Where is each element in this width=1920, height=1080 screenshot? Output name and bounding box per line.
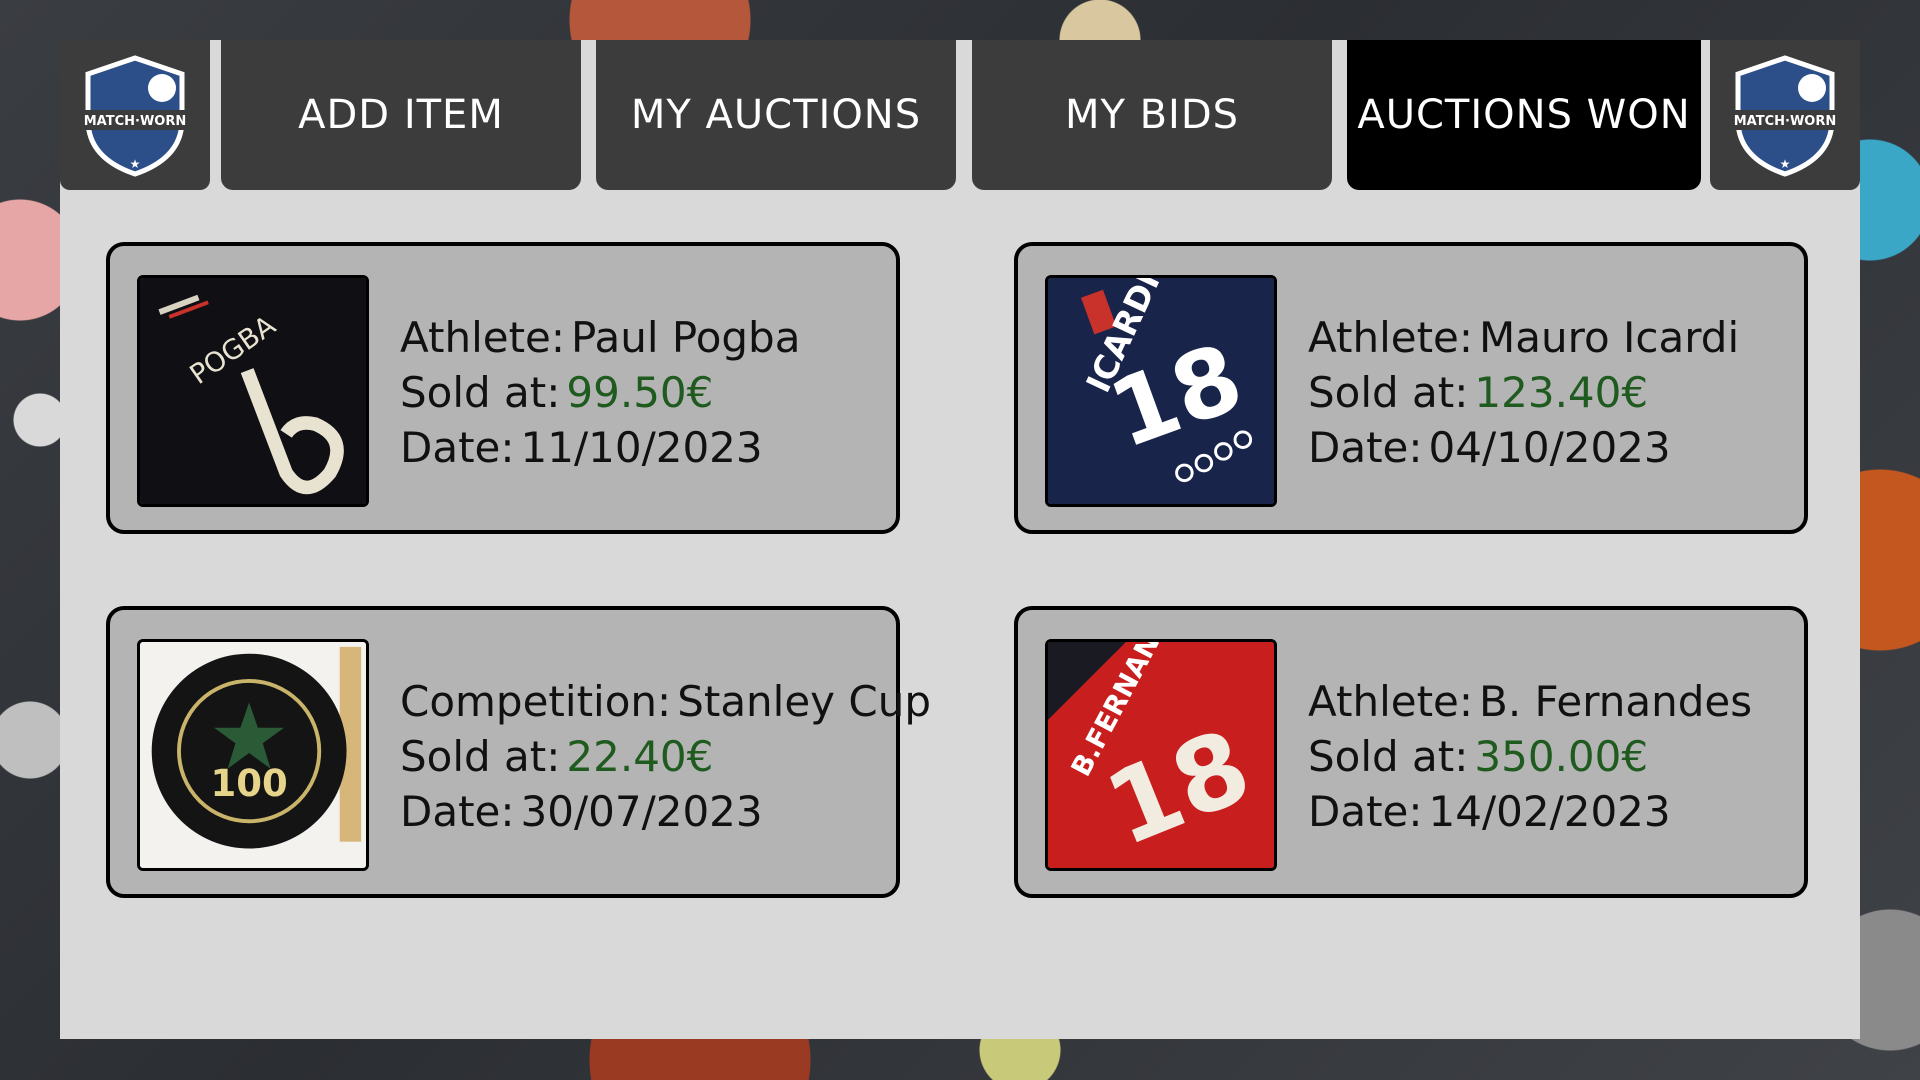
tab-add-item[interactable]: ADD ITEM [221, 40, 581, 190]
item-thumbnail[interactable]: ICARDI 18 [1045, 275, 1277, 507]
sold-label: Sold at: [400, 368, 561, 417]
sold-date: 30/07/2023 [520, 787, 763, 836]
auction-card[interactable]: POGBA Athlete: Paul Pogba Sold at: 99.50€ … [106, 242, 900, 534]
field-label: Competition: [400, 677, 672, 726]
sold-price: 22.40€ [566, 732, 714, 781]
date-label: Date: [1308, 787, 1423, 836]
auction-info: Athlete: B. Fernandes Sold at: 350.00€ Dat… [1308, 674, 1752, 839]
tab-my-auctions[interactable]: MY AUCTIONS [596, 40, 956, 190]
main-panel: MATCH·WORN ★ ADD ITEM MY AUCTIONS MY BID… [60, 40, 1860, 1039]
sold-date: 14/02/2023 [1428, 787, 1671, 836]
auction-info: Competition: Stanley Cup Sold at: 22.40€ D… [400, 674, 931, 839]
auction-card[interactable]: 100 Competition: Stanley Cup Sold at: 22.4… [106, 606, 931, 898]
jersey-image: POGBA [140, 278, 366, 504]
date-label: Date: [400, 787, 515, 836]
sold-date: 04/10/2023 [1428, 423, 1671, 472]
jersey-image: B.FERNANDES 18 [1048, 642, 1274, 868]
field-label: Athlete: [400, 313, 566, 362]
athlete-name: Mauro Icardi [1479, 313, 1740, 362]
svg-text:100: 100 [210, 762, 287, 805]
tab-auctions-won[interactable]: AUCTIONS WON [1347, 40, 1701, 190]
sold-label: Sold at: [400, 732, 561, 781]
field-label: Athlete: [1308, 677, 1474, 726]
auction-card[interactable]: B.FERNANDES 18 Athlete:B. Fernandes Sold… [1014, 606, 1808, 898]
date-label: Date: [400, 423, 515, 472]
auction-info: Athlete: Paul Pogba Sold at: 99.50€ Date: 1… [400, 310, 800, 475]
item-thumbnail[interactable]: POGBA [137, 275, 369, 507]
shield-logo-icon: MATCH·WORN ★ [1726, 55, 1844, 177]
svg-text:MATCH·WORN: MATCH·WORN [84, 114, 187, 129]
sold-label: Sold at: [1308, 368, 1469, 417]
auction-card[interactable]: ICARDI 18 Athlete: Mauro Icardi Sold at: 1… [1014, 242, 1808, 534]
sold-price: 123.40€ [1474, 368, 1649, 417]
match-worn-logo-left[interactable]: MATCH·WORN ★ [60, 40, 210, 190]
match-worn-logo-right[interactable]: MATCH·WORN ★ [1710, 40, 1860, 190]
shield-logo-icon: MATCH·WORN ★ [76, 55, 194, 177]
item-thumbnail[interactable]: B.FERNANDES 18 [1045, 639, 1277, 871]
puck-image: 100 [140, 642, 366, 868]
svg-text:MATCH·WORN: MATCH·WORN [1734, 114, 1837, 129]
sold-date: 11/10/2023 [520, 423, 763, 472]
svg-text:★: ★ [1780, 157, 1791, 171]
top-nav: MATCH·WORN ★ ADD ITEM MY AUCTIONS MY BID… [60, 40, 1860, 190]
svg-text:★: ★ [130, 157, 141, 171]
athlete-name: B. Fernandes [1479, 677, 1753, 726]
field-label: Athlete: [1308, 313, 1474, 362]
jersey-image: ICARDI 18 [1048, 278, 1274, 504]
sold-label: Sold at: [1308, 732, 1469, 781]
athlete-name: Paul Pogba [571, 313, 801, 362]
tab-my-bids[interactable]: MY BIDS [972, 40, 1332, 190]
competition-name: Stanley Cup [677, 677, 931, 726]
item-thumbnail[interactable]: 100 [137, 639, 369, 871]
date-label: Date: [1308, 423, 1423, 472]
sold-price: 99.50€ [566, 368, 714, 417]
sold-price: 350.00€ [1474, 732, 1649, 781]
auction-info: Athlete: Mauro Icardi Sold at: 123.40€ Dat… [1308, 310, 1739, 475]
